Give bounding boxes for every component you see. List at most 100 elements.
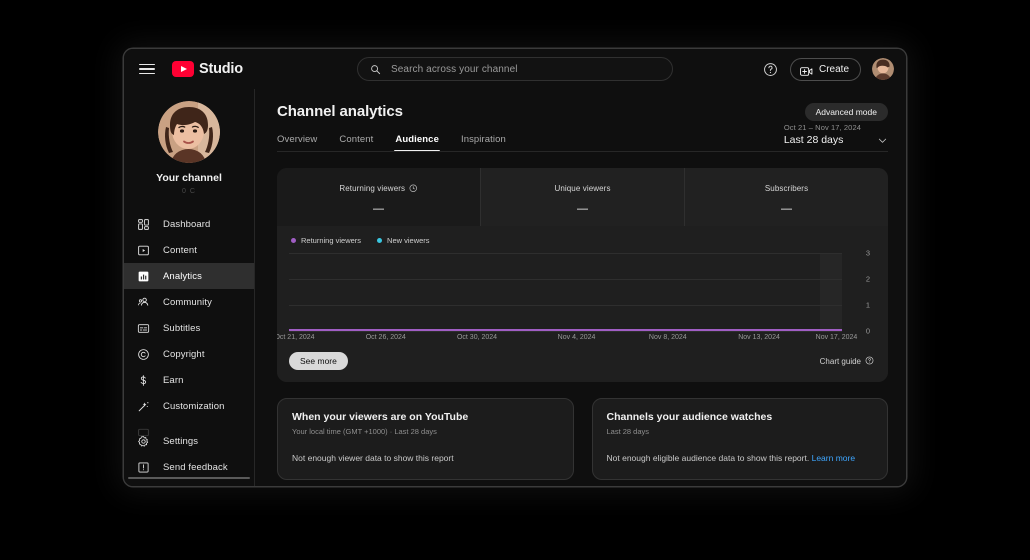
page-title: Channel analytics [277, 103, 403, 120]
sidebar-item-dashboard[interactable]: Dashboard [124, 211, 254, 237]
copyright-icon [136, 347, 151, 362]
main-content: Channel analytics Advanced mode Overview… [254, 89, 906, 486]
x-axis-tick-label: Oct 21, 2024 [277, 334, 315, 341]
legend-item-new-viewers[interactable]: New viewers [377, 236, 430, 245]
learn-more-link[interactable]: Learn more [812, 453, 855, 463]
chart-guide-label: Chart guide [819, 356, 861, 366]
chart-legend: Returning viewers New viewers [289, 236, 874, 245]
chevron-down-icon [877, 133, 888, 144]
x-axis-tick-label: Nov 17, 2024 [815, 334, 858, 341]
chart-gridline [289, 331, 842, 332]
page-header: Channel analytics Advanced mode [277, 103, 888, 121]
see-more-button[interactable]: See more [289, 352, 348, 370]
metric-label: Unique viewers [554, 184, 611, 193]
create-button[interactable]: Create [789, 57, 861, 81]
chart-guide-link[interactable]: Chart guide [820, 356, 874, 367]
legend-label: Returning viewers [301, 236, 362, 245]
card-empty-message-wrap: Not enough eligible audience data to sho… [607, 453, 874, 463]
legend-item-returning-viewers[interactable]: Returning viewers [291, 236, 361, 245]
sidebar-item-label: Earn [163, 374, 184, 386]
metric-label-wrap: Returning viewers [339, 184, 418, 193]
metric-card-unique-viewers[interactable]: Unique viewers — [481, 168, 685, 226]
sidebar-item-copyright[interactable]: Copyright [124, 341, 254, 367]
studio-logo[interactable]: Studio [172, 61, 243, 77]
metric-card-subscribers[interactable]: Subscribers — [685, 168, 888, 226]
help-circle-icon[interactable] [762, 61, 779, 78]
sidebar-horizontal-scrollbar[interactable] [128, 476, 250, 479]
subtitles-icon [136, 321, 151, 336]
card-title: When your viewers are on YouTube [292, 411, 469, 423]
sidebar-item-label: Analytics [163, 270, 202, 282]
sidebar-item-customization[interactable]: Customization [124, 393, 254, 419]
sidebar-item-analytics[interactable]: Analytics [124, 263, 254, 289]
sidebar-item-settings[interactable]: Settings [124, 428, 254, 454]
x-axis-tick-label: Nov 4, 2024 [557, 334, 596, 341]
card-subtitle: Last 28 days [606, 427, 650, 436]
sidebar-item-subtitles[interactable]: Subtitles [124, 315, 254, 341]
metric-label-wrap: Unique viewers [554, 184, 610, 193]
search-input[interactable]: Search across your channel [357, 57, 673, 81]
sidebar-item-community[interactable]: Community [124, 289, 254, 315]
help-circle-icon [865, 356, 874, 367]
channel-avatar[interactable] [158, 101, 220, 163]
legend-label: New viewers [387, 236, 430, 245]
sidebar-item-label: Settings [163, 435, 199, 447]
earn-dollar-icon [136, 373, 151, 388]
sidebar-item-content[interactable]: Content [124, 237, 254, 263]
channel-handle: 0 C [182, 188, 196, 195]
tab-overview[interactable]: Overview [277, 134, 317, 152]
community-icon [136, 295, 151, 310]
metric-card-returning-viewers[interactable]: Returning viewers — [277, 168, 481, 226]
chart-gridline [289, 279, 842, 280]
sidebar-item-label: Community [163, 296, 212, 308]
chart-footer: See more Chart guide [277, 348, 888, 382]
sidebar-item-label: Customization [163, 400, 225, 412]
sidebar-item-label: Copyright [163, 348, 205, 360]
gear-icon [136, 434, 151, 449]
chart-area: Returning viewers New viewers 3 2 1 0 Oct 2… [277, 226, 888, 348]
sidebar-item-label: Send feedback [163, 461, 228, 473]
y-axis-tick-label: 2 [865, 274, 870, 284]
y-axis-tick-label: 3 [865, 248, 870, 258]
advanced-mode-button[interactable]: Advanced mode [804, 103, 888, 121]
card-title: Channels your audience watches [606, 411, 773, 423]
metric-label: Subscribers [764, 184, 809, 193]
account-avatar[interactable] [872, 58, 894, 80]
info-icon[interactable] [409, 184, 418, 193]
top-bar-actions: Create [762, 57, 894, 81]
metric-value: — [373, 203, 384, 215]
youtube-play-icon [172, 61, 194, 77]
tab-content[interactable]: Content [339, 134, 373, 152]
hamburger-icon[interactable] [136, 58, 158, 80]
customization-wand-icon [136, 399, 151, 414]
analytics-icon [136, 269, 151, 284]
chart-gridline [289, 253, 842, 254]
app-body: Your channel 0 C Dashboard Content Analy… [124, 89, 906, 486]
x-axis-tick-label: Oct 30, 2024 [456, 334, 498, 341]
x-axis-tick-label: Oct 26, 2024 [365, 334, 406, 341]
tab-inspiration[interactable]: Inspiration [461, 134, 506, 152]
y-axis-tick-label: 1 [865, 300, 870, 310]
channel-block[interactable]: Your channel 0 C [124, 95, 254, 205]
bottom-cards-row: When your viewers are on YouTube Your lo… [277, 398, 888, 480]
chart-x-axis: Oct 21, 2024 Oct 26, 2024 Oct 30, 2024 Nov … [277, 334, 857, 348]
legend-color-dot [291, 238, 296, 243]
metric-label-wrap: Subscribers [765, 184, 808, 193]
sidebar-item-label: Content [163, 244, 197, 256]
chart-plot[interactable]: 3 2 1 0 [289, 249, 870, 336]
sidebar-item-earn[interactable]: Earn [124, 367, 254, 393]
metric-value: — [577, 203, 588, 215]
date-range-selector[interactable]: Oct 21 – Nov 17, 2024 Last 28 days [784, 123, 888, 146]
dashboard-icon [136, 217, 151, 232]
sidebar: Your channel 0 C Dashboard Content Analy… [124, 89, 254, 486]
tab-audience[interactable]: Audience [394, 134, 440, 152]
tabs-divider [277, 151, 888, 152]
incomplete-data-band [820, 253, 842, 331]
date-range-dates: Oct 21 – Nov 17, 2024 [783, 123, 861, 132]
card-empty-message: Not enough eligible audience data to sho… [606, 453, 810, 463]
brand-label: Studio [199, 61, 243, 77]
sidebar-item-label: Dashboard [163, 218, 211, 230]
search-container: Search across your channel [357, 57, 673, 81]
metric-cards: Returning viewers — Unique viewers — Sub… [277, 168, 888, 226]
x-axis-tick-label: Nov 8, 2024 [648, 334, 687, 341]
